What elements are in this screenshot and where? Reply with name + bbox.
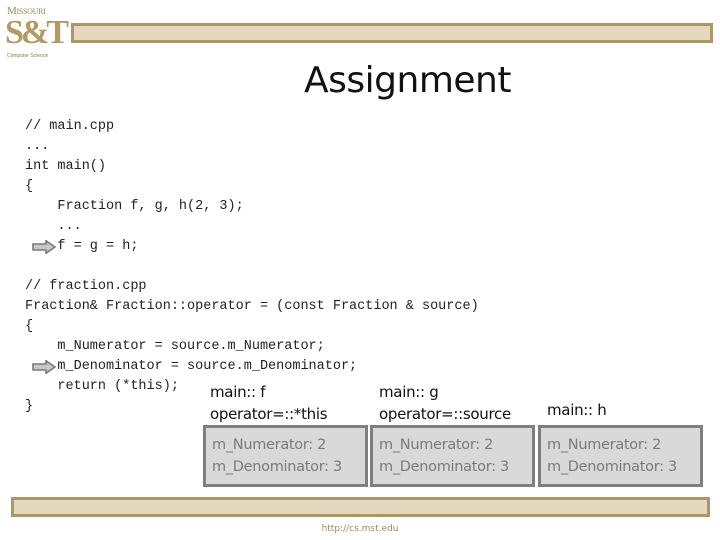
slide-title-container: Assignment [0,58,720,104]
slide-title: Assignment [304,60,511,101]
var-h-name: main:: h [547,401,607,419]
code-line: ... [25,219,82,234]
var-h-numerator: m_Numerator: 2 [547,437,662,453]
var-g-denominator: m_Denominator: 3 [379,459,509,475]
var-g-name: main:: g [379,383,439,401]
var-h-box: m_Numerator: 2 m_Denominator: 3 [538,425,703,487]
var-f-alias: operator=::*this [210,405,328,423]
arrow-right-icon [32,360,56,374]
code-line: // main.cpp [25,119,115,134]
code-line: ... [25,139,50,154]
var-f-numerator: m_Numerator: 2 [212,437,327,453]
code-line: { [25,319,34,334]
code-line: int main() [25,159,107,174]
var-f-box: m_Numerator: 2 m_Denominator: 3 [203,425,368,487]
footer-url[interactable]: http://cs.mst.edu [0,521,720,537]
code-line: { [25,179,34,194]
footer-bar [11,497,710,517]
code-line-current: m_Denominator = source.m_Denominator; [25,359,358,374]
header-bar [71,23,713,43]
var-f-name: main:: f [210,383,266,401]
var-h-denominator: m_Denominator: 3 [547,459,677,475]
code-line: Fraction f, g, h(2, 3); [25,199,244,214]
arrow-right-icon [32,240,56,254]
code-line: m_Numerator = source.m_Numerator; [25,339,325,354]
code-line: return (*this); [25,379,179,394]
var-g-box: m_Numerator: 2 m_Denominator: 3 [370,425,535,487]
logo-main-text: S&T [5,14,69,51]
var-g-numerator: m_Numerator: 2 [379,437,494,453]
code-line: // fraction.cpp [25,279,147,294]
code-line: Fraction& Fraction::operator = (const Fr… [25,299,479,314]
code-line: } [25,399,34,414]
var-f-denominator: m_Denominator: 3 [212,459,342,475]
missouri-st-logo: Missouri S&T Computer Science [4,3,69,61]
var-g-alias: operator=::source [379,405,511,423]
